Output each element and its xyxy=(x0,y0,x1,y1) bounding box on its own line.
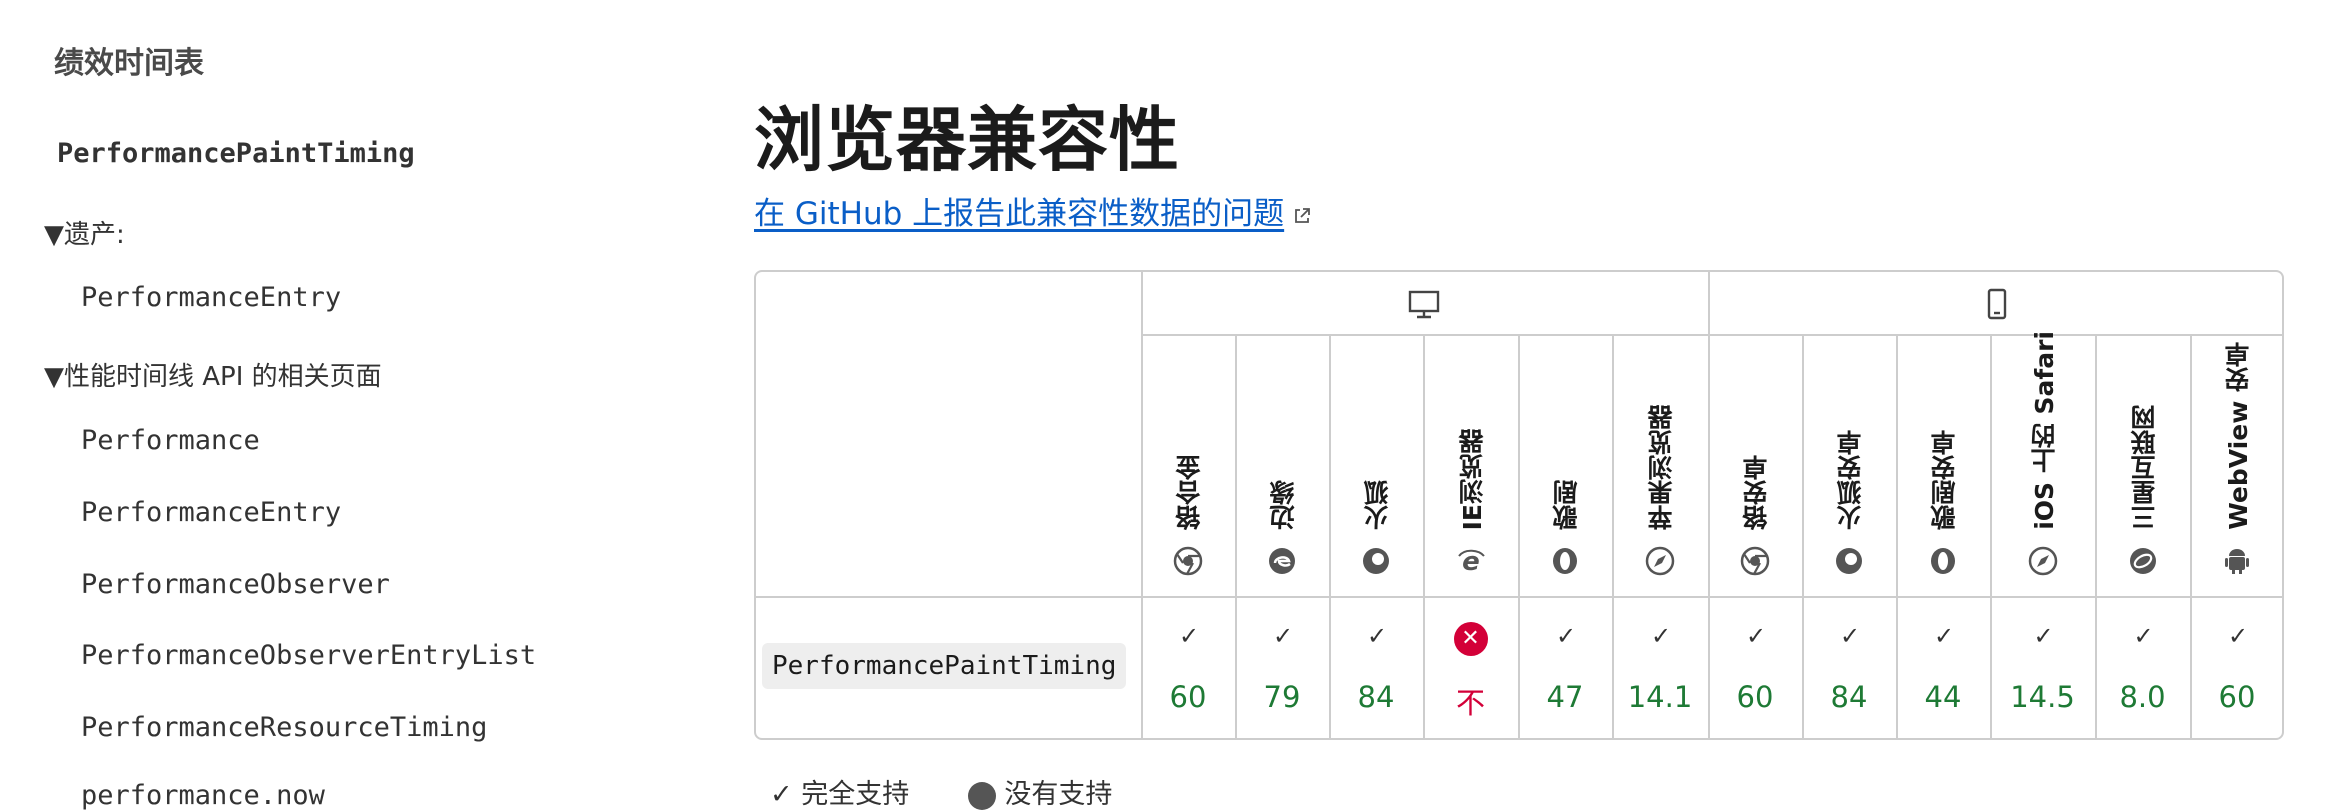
browser-name-3: IE浏览器 xyxy=(1457,428,1487,530)
support-version-1[interactable]: 79 xyxy=(1235,680,1329,714)
opera-icon xyxy=(1553,548,1577,574)
support-version-11[interactable]: 60 xyxy=(2190,680,2284,714)
android-icon xyxy=(2225,549,2249,574)
supported-check-icon: ✓ xyxy=(1367,622,1388,650)
sidebar-item-performanceobserver[interactable]: PerformanceObserver xyxy=(81,569,390,600)
browser-name-0: 铬合金 xyxy=(1175,455,1204,530)
safari-icon xyxy=(2028,546,2057,576)
support-version-5[interactable]: 14.1 xyxy=(1612,680,1708,714)
support-version-0[interactable]: 60 xyxy=(1141,680,1235,714)
supported-check-icon: ✓ xyxy=(1179,622,1200,650)
browser-name-1: 边缘 xyxy=(1269,480,1298,530)
browser-name-5: 苹果浏览器 xyxy=(1647,405,1676,530)
chrome-icon xyxy=(1740,546,1770,576)
table-divider xyxy=(1708,270,1710,740)
browser-name-11: WebView 安卓 xyxy=(2224,342,2253,530)
edge-icon xyxy=(1269,548,1295,574)
sidebar-section-inheritance[interactable]: ▼遗产: xyxy=(44,214,125,251)
sidebar: 绩效时间表 PerformancePaintTiming ▼遗产: Perfor… xyxy=(0,0,640,811)
ie-icon: e xyxy=(1457,547,1485,576)
no-support-icon xyxy=(967,781,996,810)
browser-name-4: 歌剧 xyxy=(1552,480,1581,530)
browser-name-8: 歌剧安卓 xyxy=(1930,430,1959,530)
sidebar-item-performanceobserverentrylist[interactable]: PerformanceObserverEntryList xyxy=(81,640,536,671)
supported-check-icon: ✓ xyxy=(2228,622,2249,650)
legend-no-support: 没有支持 xyxy=(1004,779,1113,810)
sidebar-section-related[interactable]: ▼性能时间线 API 的相关页面 xyxy=(44,356,382,393)
browser-name-7: 火狐安卓 xyxy=(1836,430,1865,530)
sidebar-item-performanceentry[interactable]: PerformanceEntry xyxy=(81,497,341,528)
supported-check-icon: ✓ xyxy=(1273,622,1294,650)
safari-icon xyxy=(1645,546,1675,576)
supported-check-icon: ✓ xyxy=(1556,622,1577,650)
support-version-10[interactable]: 8.0 xyxy=(2095,680,2190,714)
samsung-icon xyxy=(2129,548,2156,574)
legend-full-support: 完全支持 xyxy=(801,779,910,810)
support-version-2[interactable]: 84 xyxy=(1329,680,1423,714)
browser-name-6: 铬安卓 xyxy=(1742,455,1771,530)
supported-check-icon: ✓ xyxy=(1840,622,1861,650)
browser-name-10: 三星互联网 xyxy=(2129,405,2159,530)
sidebar-item-performanceresourcetiming[interactable]: PerformanceResourceTiming xyxy=(81,712,487,743)
supported-check-icon: ✓ xyxy=(1934,622,1955,650)
support-version-3[interactable]: 不 xyxy=(1423,680,1518,722)
full-support-check-icon: ✓ xyxy=(770,779,793,810)
support-version-7[interactable]: 84 xyxy=(1802,680,1896,714)
support-version-9[interactable]: 14.5 xyxy=(1990,680,2095,714)
chrome-icon xyxy=(1173,546,1203,576)
support-version-8[interactable]: 44 xyxy=(1896,680,1990,714)
supported-check-icon: ✓ xyxy=(1651,622,1672,650)
sidebar-current-item[interactable]: PerformancePaintTiming xyxy=(57,138,415,169)
firefox-icon xyxy=(1836,548,1862,574)
table-divider xyxy=(1141,270,1143,740)
sidebar-title: 绩效时间表 xyxy=(54,46,204,81)
github-report-link[interactable]: 在 GitHub 上报告此兼容性数据的问题 xyxy=(754,188,1312,233)
table-divider xyxy=(1141,334,2284,336)
supported-check-icon: ✓ xyxy=(2133,622,2154,650)
browser-name-2: 火狐 xyxy=(1363,480,1392,530)
sidebar-item-performanceentry[interactable]: PerformanceEntry xyxy=(81,282,341,313)
sidebar-item-performance[interactable]: Performance xyxy=(81,425,260,456)
table-divider xyxy=(754,596,2284,598)
browser-name-9: iOS 上的 Safari xyxy=(2029,331,2059,530)
opera-icon xyxy=(1931,548,1955,574)
page-title: 浏览器兼容性 xyxy=(754,99,1180,181)
sidebar-item-performance-now[interactable]: performance.now xyxy=(81,780,325,811)
feature-name-cell[interactable]: PerformancePaintTiming xyxy=(762,643,1127,689)
mobile-icon xyxy=(1987,288,2007,320)
not-supported-icon: ✕ xyxy=(1453,622,1488,656)
support-version-4[interactable]: 47 xyxy=(1518,680,1612,714)
support-version-6[interactable]: 60 xyxy=(1708,680,1802,714)
firefox-icon xyxy=(1363,548,1389,574)
supported-check-icon: ✓ xyxy=(1746,622,1767,650)
github-report-link-text[interactable]: 在 GitHub 上报告此兼容性数据的问题 xyxy=(754,196,1284,232)
desktop-icon xyxy=(1408,290,1440,319)
external-link-icon xyxy=(1295,207,1311,223)
supported-check-icon: ✓ xyxy=(2033,622,2054,650)
